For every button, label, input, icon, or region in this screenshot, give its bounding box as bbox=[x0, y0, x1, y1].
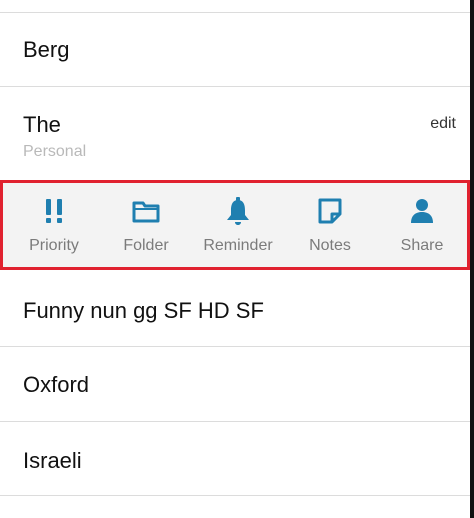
note-icon bbox=[318, 198, 342, 224]
list-item-title: Oxford bbox=[23, 372, 90, 397]
item-action-bar: Priority Folder Reminder Notes Share bbox=[0, 180, 470, 270]
list-divider bbox=[0, 495, 470, 496]
list-item-expanded[interactable]: The Personal edit bbox=[0, 87, 470, 180]
notes-button[interactable]: Notes bbox=[284, 191, 376, 263]
edit-link[interactable]: edit bbox=[430, 115, 456, 133]
list-item-title: Israeli bbox=[23, 448, 82, 473]
share-label: Share bbox=[400, 237, 444, 254]
priority-label: Priority bbox=[29, 237, 79, 254]
list-item[interactable]: Berg bbox=[0, 13, 470, 86]
notes-label: Notes bbox=[309, 237, 351, 254]
screen-edge bbox=[470, 0, 474, 518]
list-item[interactable]: Funny nun gg SF HD SF bbox=[0, 272, 470, 346]
task-list-screen: Berg The Personal edit Priority Folder R… bbox=[0, 0, 474, 518]
list-item[interactable]: Oxford bbox=[0, 347, 470, 421]
reminder-button[interactable]: Reminder bbox=[192, 191, 284, 263]
list-item-title: Berg bbox=[23, 37, 70, 62]
list-item-title: Funny nun gg SF HD SF bbox=[23, 298, 264, 323]
list-item-title: The bbox=[23, 112, 61, 137]
reminder-label: Reminder bbox=[203, 237, 273, 254]
person-icon bbox=[411, 199, 433, 223]
share-button[interactable]: Share bbox=[376, 191, 468, 263]
folder-label: Folder bbox=[123, 237, 169, 254]
priority-icon bbox=[46, 199, 62, 223]
priority-button[interactable]: Priority bbox=[8, 191, 100, 263]
list-item[interactable]: Israeli bbox=[0, 422, 470, 495]
folder-icon bbox=[132, 201, 160, 223]
list-item-category: Personal bbox=[23, 143, 87, 160]
bell-icon bbox=[227, 197, 249, 225]
folder-button[interactable]: Folder bbox=[100, 191, 192, 263]
